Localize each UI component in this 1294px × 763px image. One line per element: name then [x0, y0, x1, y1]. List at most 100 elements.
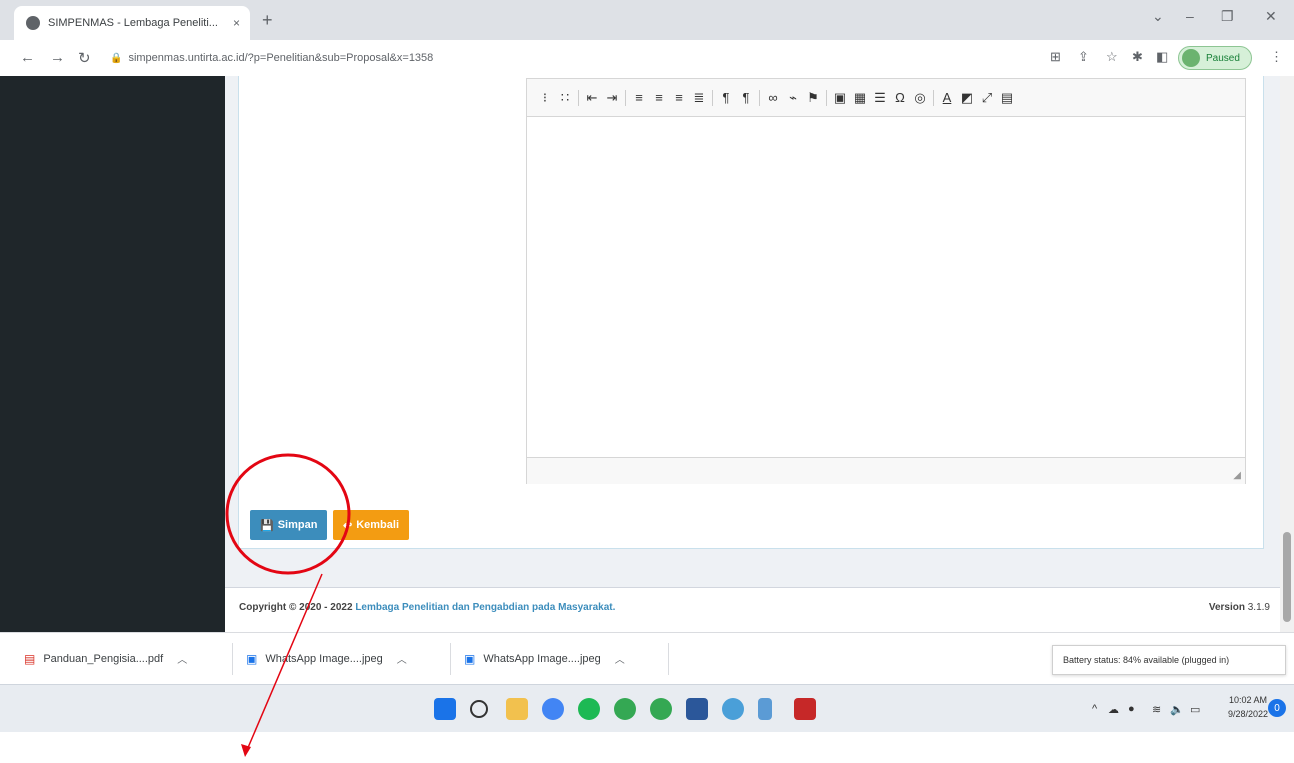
rich-text-editor[interactable]: ⁝ ∷ ⇤ ⇥ ≡ ≡ ≡ ≣ ¶ ¶ ∞ ⌁ ⚑ ▣ ▦ ☰ Ω ◎ A ◩ …: [526, 78, 1246, 484]
align-left-icon[interactable]: ≡: [629, 90, 649, 105]
site-favicon-icon: [26, 16, 40, 30]
share-icon[interactable]: ⇪: [1078, 49, 1089, 65]
org-link[interactable]: Lembaga Penelitian dan Pengabdian pada M…: [355, 602, 615, 613]
menu-kebab-icon[interactable]: ⋮: [1270, 49, 1283, 65]
indent-icon[interactable]: ⇥: [602, 90, 622, 106]
tab-title: SIMPENMAS - Lembaga Peneliti...: [48, 17, 218, 29]
download-filename: Panduan_Pengisia....pdf: [43, 652, 164, 665]
version-value: 3.1.9: [1247, 602, 1270, 613]
address-bar[interactable]: 🔒 simpenmas.untirta.ac.id/?p=Penelitian&…: [110, 45, 1010, 71]
clock-date: 9/28/2022: [1228, 709, 1269, 719]
align-center-icon[interactable]: ≡: [649, 90, 669, 105]
unlink-icon[interactable]: ⌁: [783, 90, 803, 106]
image-icon[interactable]: ▣: [830, 90, 850, 106]
url-text: simpenmas.untirta.ac.id/?p=Penelitian&su…: [128, 52, 434, 64]
iframe-icon[interactable]: ◎: [910, 90, 930, 106]
bulleted-list-icon[interactable]: ∷: [555, 90, 575, 106]
chrome-icon[interactable]: [542, 698, 564, 720]
volume-icon[interactable]: 🔈: [1170, 703, 1184, 716]
security-icon[interactable]: ●: [1128, 703, 1135, 715]
justify-icon[interactable]: ≣: [689, 90, 709, 106]
profile-button[interactable]: Paused: [1178, 46, 1252, 70]
download-item[interactable]: ▣ WhatsApp Image....jpeg ︿: [464, 651, 625, 667]
bg-color-icon[interactable]: ◩: [957, 90, 977, 106]
tab-search-icon[interactable]: ⌄: [1152, 8, 1164, 25]
notification-badge[interactable]: 0: [1268, 699, 1286, 717]
back-button-label: Kembali: [356, 519, 400, 531]
lock-icon: 🔒: [110, 52, 123, 64]
start-menu-icon[interactable]: [434, 698, 456, 720]
editor-content-area[interactable]: [527, 117, 1245, 457]
tray-chevron-up-icon[interactable]: ^: [1092, 703, 1097, 715]
version-label: Version: [1208, 602, 1245, 613]
translate-icon[interactable]: ⊞: [1050, 49, 1061, 65]
back-button[interactable]: ↩ Kembali: [333, 510, 410, 540]
scrollbar-thumb[interactable]: [1283, 532, 1291, 622]
close-tab-icon[interactable]: ×: [233, 16, 240, 30]
extensions-icon[interactable]: ✱: [1132, 49, 1143, 65]
show-blocks-icon[interactable]: ▤: [997, 90, 1017, 106]
onedrive-icon[interactable]: ☁: [1108, 703, 1119, 716]
back-arrow-icon[interactable]: ←: [20, 49, 35, 66]
forward-arrow-icon[interactable]: →: [50, 49, 65, 66]
bookmark-star-icon[interactable]: ☆: [1106, 49, 1118, 65]
text-color-icon[interactable]: A: [937, 90, 957, 105]
browser-tab-strip: SIMPENMAS - Lembaga Peneliti... × + ⌄ – …: [0, 0, 1294, 40]
save-icon: 💾: [260, 519, 274, 532]
browser-tab[interactable]: SIMPENMAS - Lembaga Peneliti... ×: [14, 6, 250, 40]
ltr-icon[interactable]: ¶: [716, 90, 736, 105]
reload-icon[interactable]: ↻: [78, 49, 91, 67]
chevron-up-icon[interactable]: ︿: [615, 651, 625, 666]
copyright-prefix: Copyright © 2020 - 2022: [239, 602, 353, 613]
side-panel-icon[interactable]: ◧: [1156, 49, 1168, 65]
system-clock[interactable]: 10:02 AM 9/28/2022: [1228, 693, 1268, 721]
download-item[interactable]: ▤ Panduan_Pengisia....pdf ︿: [24, 651, 187, 667]
wifi-icon[interactable]: ≋: [1152, 703, 1161, 716]
link-icon[interactable]: ∞: [763, 90, 783, 105]
outdent-icon[interactable]: ⇤: [582, 90, 602, 106]
horizontal-line-icon[interactable]: ☰: [870, 90, 890, 106]
editor-toolbar: ⁝ ∷ ⇤ ⇥ ≡ ≡ ≡ ≣ ¶ ¶ ∞ ⌁ ⚑ ▣ ▦ ☰ Ω ◎ A ◩ …: [527, 79, 1245, 117]
page-footer: Copyright © 2020 - 2022 Lembaga Peneliti…: [225, 587, 1280, 633]
maximize-icon[interactable]: ⤢: [977, 90, 997, 106]
rtl-icon[interactable]: ¶: [736, 90, 756, 105]
battery-tooltip: Battery status: 84% available (plugged i…: [1052, 645, 1286, 675]
anchor-icon[interactable]: ⚑: [803, 90, 823, 106]
clock-time: 10:02 AM: [1229, 695, 1268, 705]
resize-handle-icon[interactable]: ◢: [1233, 470, 1241, 481]
pdf-file-icon: ▤: [24, 651, 36, 666]
battery-icon[interactable]: ▭: [1190, 703, 1200, 716]
minimize-icon[interactable]: –: [1186, 8, 1194, 24]
image-file-icon: ▣: [246, 651, 258, 666]
numbered-list-icon[interactable]: ⁝: [535, 90, 555, 106]
download-filename: WhatsApp Image....jpeg: [483, 652, 601, 665]
window-close-icon[interactable]: ✕: [1265, 8, 1277, 25]
restore-icon[interactable]: ❐: [1221, 8, 1234, 25]
special-char-icon[interactable]: Ω: [890, 90, 910, 105]
table-icon[interactable]: ▦: [850, 90, 870, 106]
file-explorer-icon[interactable]: [506, 698, 528, 720]
search-icon[interactable]: [470, 700, 488, 718]
download-item[interactable]: ▣ WhatsApp Image....jpeg ︿: [246, 651, 407, 667]
chrome-profile-icon[interactable]: [650, 698, 672, 720]
spotify-icon[interactable]: [578, 698, 600, 720]
windows-taskbar: ^ ☁ ● ≋ 🔈 ▭ 10:02 AM 9/28/2022 0: [0, 684, 1294, 733]
chevron-up-icon[interactable]: ︿: [177, 651, 187, 666]
page-scrollbar[interactable]: [1280, 76, 1294, 632]
settings-icon[interactable]: [722, 698, 744, 720]
chevron-up-icon[interactable]: ︿: [397, 651, 407, 666]
margin-area: [0, 732, 1294, 763]
notepad-icon[interactable]: [758, 698, 772, 720]
browser-toolbar: ← → ↻ 🔒 simpenmas.untirta.ac.id/?p=Penel…: [0, 40, 1294, 77]
save-button-label: Simpan: [277, 519, 318, 531]
reply-arrow-icon: ↩: [343, 519, 353, 532]
copyright-text: Copyright © 2020 - 2022 Lembaga Peneliti…: [239, 602, 615, 613]
acrobat-icon[interactable]: [794, 698, 816, 720]
align-right-icon[interactable]: ≡: [669, 90, 689, 105]
word-icon[interactable]: [686, 698, 708, 720]
app-sidebar: [0, 76, 225, 632]
download-filename: WhatsApp Image....jpeg: [265, 652, 383, 665]
new-tab-icon[interactable]: +: [262, 10, 273, 31]
save-button[interactable]: 💾 Simpan: [250, 510, 328, 540]
chrome-profile-icon[interactable]: [614, 698, 636, 720]
